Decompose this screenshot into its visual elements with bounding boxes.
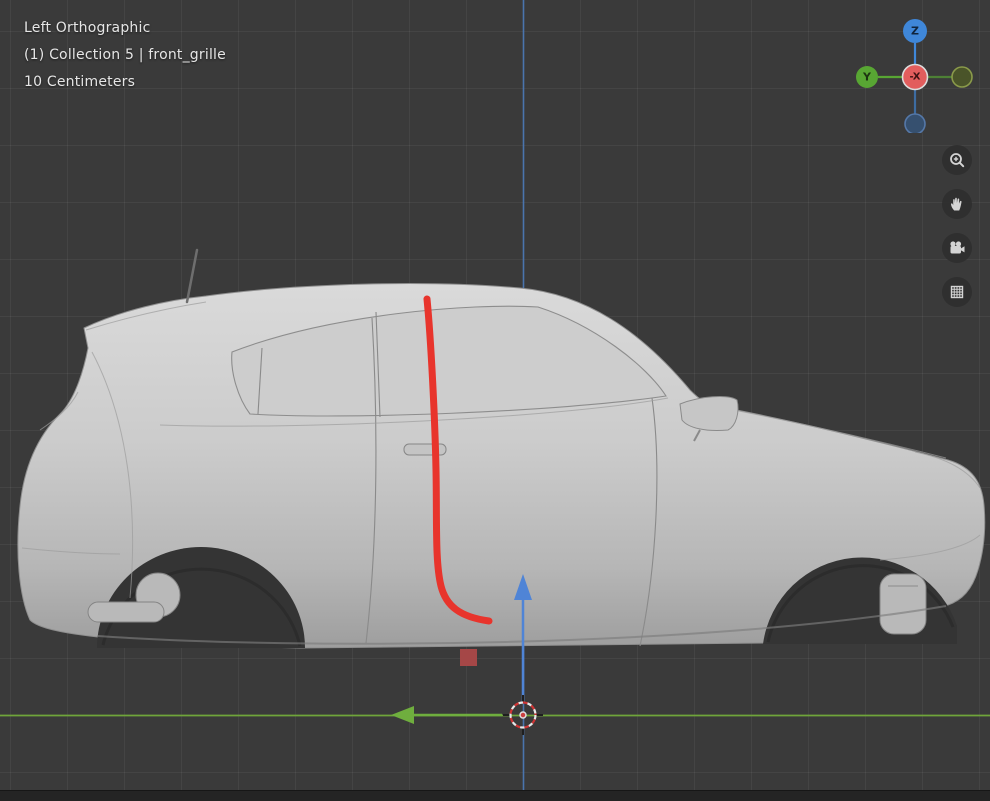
gizmo-z-axis[interactable]: Z [903,19,927,43]
camera-icon [950,241,965,254]
viewport-header: Left Orthographic (1) Collection 5 | fro… [24,15,226,96]
camera-view-button[interactable] [942,233,972,263]
3d-cursor [503,695,543,735]
front-brake-part [879,573,927,635]
scale-label: 10 Centimeters [24,74,136,90]
side-mirror [679,396,739,431]
view-label: Left Orthographic [24,20,151,36]
pan-button[interactable] [942,189,972,219]
grid-button[interactable] [942,277,972,307]
zoom-icon [950,153,965,168]
car-model[interactable] [17,248,986,649]
svg-text:Z: Z [911,25,919,38]
gizmo-neg-y-axis[interactable] [951,66,973,88]
viewport-toolbar [942,145,972,321]
grid-icon [950,285,964,299]
gizmo-neg-z-axis[interactable] [904,113,926,133]
gizmo-y-axis[interactable]: Y [856,66,878,88]
viewport-canvas[interactable] [0,0,990,801]
svg-text:-X: -X [909,72,920,83]
annotation-marker [460,649,477,666]
zoom-button[interactable] [942,145,972,175]
navigation-gizmo[interactable]: Z Y -X [853,9,977,133]
collection-label: (1) Collection 5 | front_grille [24,47,226,63]
bottom-editor-edge [0,790,990,801]
antenna [185,248,199,304]
hand-icon [950,197,962,211]
muffler-part [87,601,165,623]
gizmo-neg-x-axis[interactable]: -X [901,63,929,91]
svg-text:Y: Y [862,71,872,84]
move-gizmo-y-handle[interactable] [391,706,502,724]
door-handle [403,443,447,456]
